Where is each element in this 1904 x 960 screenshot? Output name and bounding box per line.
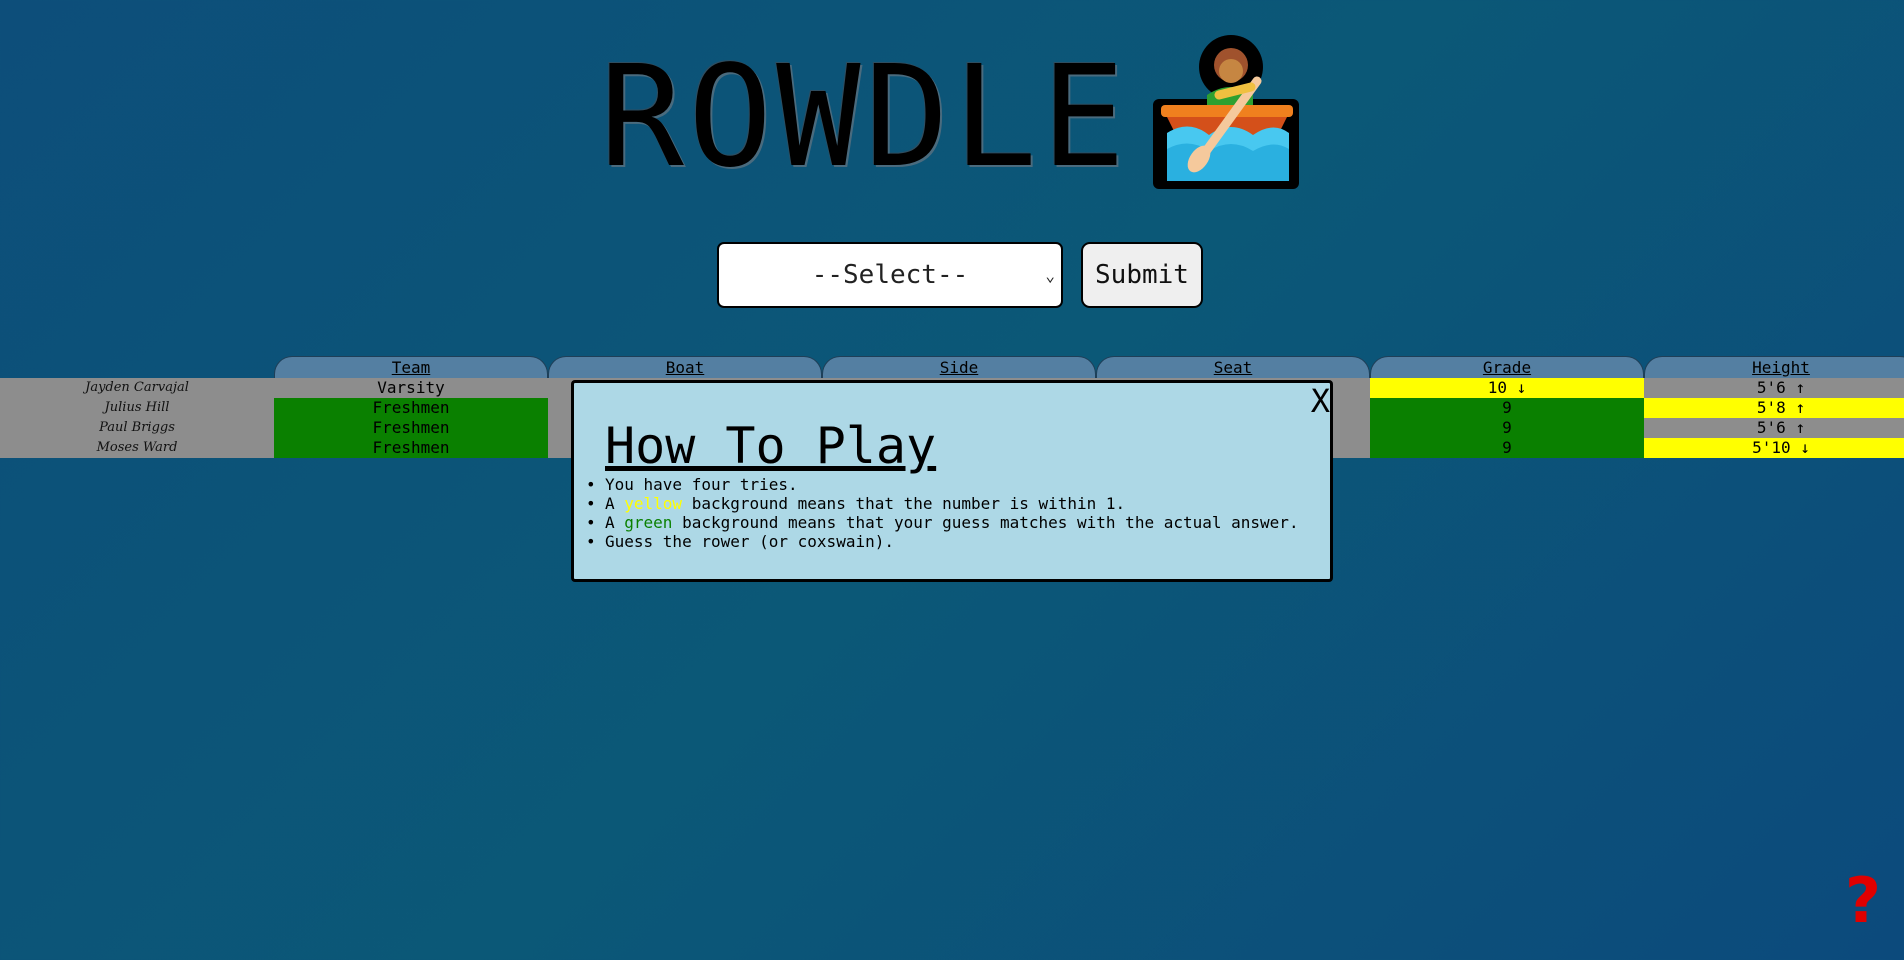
column-header-seat: Seat (1096, 356, 1370, 378)
column-header-side: Side (822, 356, 1096, 378)
rule-text: Guess the rower (or coxswain). (605, 532, 894, 551)
green-word: green (624, 513, 673, 532)
grade-cell: 9 (1370, 438, 1644, 458)
team-cell: Freshmen (274, 438, 548, 458)
rower-name: Moses Ward (0, 438, 274, 458)
title-row: ROWDLE (0, 30, 1904, 195)
rower-name: Jayden Carvajal (0, 378, 274, 398)
height-cell: 5'8 ↑ (1644, 398, 1904, 418)
bullet: • (586, 475, 596, 494)
rule-text: background means that your guess matches… (672, 513, 1299, 532)
bullet: • (586, 494, 596, 513)
height-cell: 5'6 ↑ (1644, 418, 1904, 438)
column-headers: Team Boat Side Seat Grade Height (274, 356, 1904, 378)
team-cell: Freshmen (274, 398, 548, 418)
rules-list: • You have four tries. • A yellow backgrou… (586, 475, 1299, 551)
column-header-grade: Grade (1370, 356, 1644, 378)
bullet: • (586, 513, 596, 532)
column-header-height: Height (1644, 356, 1904, 378)
rower-select-value: --Select-- (811, 260, 969, 290)
yellow-word: yellow (624, 494, 683, 513)
rule-text: background means that the number is with… (682, 494, 1126, 513)
column-header-boat: Boat (548, 356, 822, 378)
rule-text: A (605, 513, 625, 532)
grade-cell: 10 ↓ (1370, 378, 1644, 398)
height-cell: 5'6 ↑ (1644, 378, 1904, 398)
bullet: • (586, 532, 596, 551)
help-icon[interactable]: ? (1845, 870, 1881, 932)
list-item: • A yellow background means that the numb… (586, 494, 1299, 513)
height-cell: 5'10 ↓ (1644, 438, 1904, 458)
grade-cell: 9 (1370, 398, 1644, 418)
how-to-play-modal: X How To Play • You have four tries. • A y… (571, 380, 1333, 582)
team-cell: Freshmen (274, 418, 548, 438)
list-item: • Guess the rower (or coxswain). (586, 532, 1299, 551)
guess-controls: --Select-- ⌄ Submit (717, 242, 1203, 308)
column-header-team: Team (274, 356, 548, 378)
person-rowing-boat-icon (1153, 34, 1300, 189)
page-title: ROWDLE (599, 35, 1130, 199)
list-item: • You have four tries. (586, 475, 1299, 494)
chevron-down-icon: ⌄ (1045, 266, 1055, 285)
rower-name: Paul Briggs (0, 418, 274, 438)
rower-select[interactable]: --Select-- ⌄ (717, 242, 1063, 308)
close-button[interactable]: X (1311, 385, 1330, 417)
rule-text: You have four tries. (605, 475, 798, 494)
rule-text: A (605, 494, 625, 513)
modal-title: How To Play (605, 417, 937, 475)
team-cell: Varsity (274, 378, 548, 398)
list-item: • A green background means that your gues… (586, 513, 1299, 532)
submit-button[interactable]: Submit (1081, 242, 1203, 308)
grade-cell: 9 (1370, 418, 1644, 438)
rower-name: Julius Hill (0, 398, 274, 418)
